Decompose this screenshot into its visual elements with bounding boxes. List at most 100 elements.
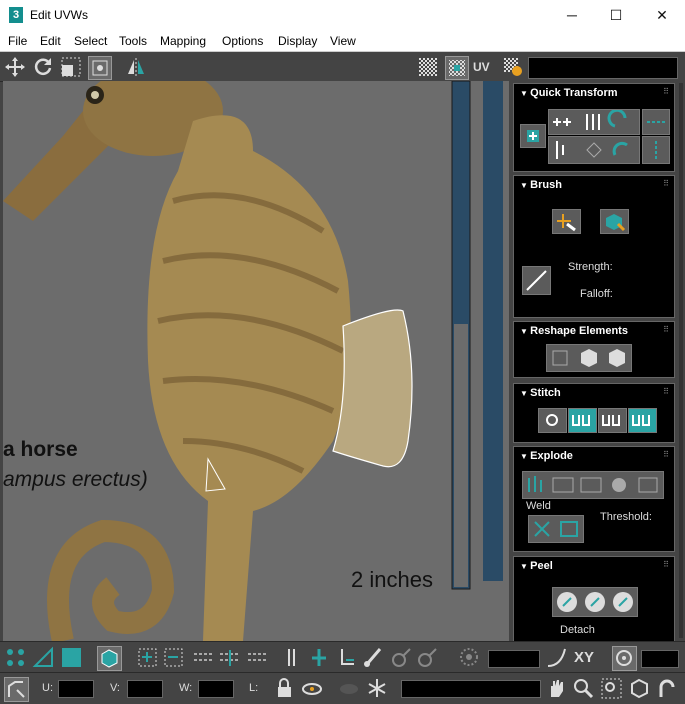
menu-display[interactable]: Display [278,34,317,48]
menu-bar: File Edit Select Tools Mapping Options D… [0,30,685,52]
menu-options[interactable]: Options [222,34,263,48]
texture-dropdown[interactable] [528,57,678,79]
align-row-bottom[interactable] [548,136,640,164]
stitch-rollout: Stitch ⠿ [513,383,675,443]
maximize-button[interactable]: ☐ [593,0,639,30]
stitch-average-icon[interactable] [598,408,627,433]
menu-edit[interactable]: Edit [40,34,61,48]
space-horizontal-icon[interactable] [642,109,670,135]
brush-size-up-icon[interactable] [390,646,413,669]
move-icon[interactable] [4,56,26,78]
zoom-region-icon[interactable] [600,677,623,700]
visibility-icon[interactable] [301,677,324,700]
edge-mode-icon[interactable] [32,646,55,669]
vertex-mode-icon[interactable] [4,646,27,669]
stitch-to-target-icon[interactable] [568,408,597,433]
grip-icon: ⠿ [663,179,669,188]
l-label: L: [249,682,259,694]
scale-icon[interactable] [60,56,82,78]
u-field[interactable] [58,680,94,698]
reshape-buttons[interactable] [546,344,632,372]
reshape-elements-rollout: Reshape Elements ⠿ [513,321,675,378]
menu-view[interactable]: View [330,34,356,48]
align-row-top[interactable] [548,109,640,135]
soft-selection-value-field[interactable] [488,650,540,668]
window-title: Edit UVWs [30,8,89,22]
uv-toggle[interactable]: UV [473,56,495,78]
space-vertical-icon[interactable] [642,136,670,164]
v-field[interactable] [127,680,163,698]
explode-title[interactable]: Explode [520,450,573,462]
hide-icon[interactable] [338,677,361,700]
absolute-offset-icon[interactable] [4,677,29,702]
falloff-type-icon[interactable] [545,646,568,669]
paint-select-icon[interactable] [362,646,385,669]
grip-icon: ⠿ [663,325,669,334]
stitch-title[interactable]: Stitch [520,387,561,399]
explode-rollout: Explode ⠿ Weld Threshold: [513,446,675,552]
peel-buttons[interactable] [552,587,638,617]
caption-title: a horse [3,438,78,461]
grip-icon: ⠿ [663,387,669,396]
pin-icon[interactable] [280,646,303,669]
panel-scrollbar[interactable] [679,83,683,638]
menu-select[interactable]: Select [74,34,107,48]
strength-label: Strength: [568,261,613,273]
rotate-icon[interactable] [32,56,54,78]
app-icon: 3 [9,7,23,23]
filter-selected-field[interactable] [401,680,541,698]
grip-icon: ⠿ [663,560,669,569]
weld-buttons[interactable] [528,515,584,543]
grip-icon: ⠿ [663,450,669,459]
explode-buttons[interactable] [522,471,664,499]
soft-selection-icon[interactable] [458,646,481,669]
peel-rollout: Peel ⠿ Detach [513,556,675,642]
pan-icon[interactable] [545,677,568,700]
select-overlap-icon[interactable] [336,646,359,669]
element-mode-icon[interactable] [97,646,122,671]
edge-distance-icon[interactable] [612,646,637,671]
show-map-icon[interactable] [445,56,469,80]
minimize-button[interactable]: ─ [549,0,595,30]
menu-mapping[interactable]: Mapping [160,34,206,48]
threshold-label: Threshold: [600,511,652,523]
zoom-extents-icon[interactable] [628,677,651,700]
set-pivot-icon[interactable] [520,124,546,148]
freeform-icon[interactable] [88,56,112,80]
stitch-custom-icon[interactable] [538,408,567,433]
mirror-icon[interactable] [125,56,147,78]
brush-title[interactable]: Brush [520,179,562,191]
bottom-toolbar: XY [0,641,685,673]
uv-viewport[interactable]: a horse ampus erectus) 2 inches [3,81,509,641]
w-field[interactable] [198,680,234,698]
u-label: U: [42,682,53,694]
loop-ring-icons[interactable] [192,646,272,669]
freeze-icon[interactable] [366,677,389,700]
reshape-elements-title[interactable]: Reshape Elements [520,325,628,337]
zoom-icon[interactable] [572,677,595,700]
quick-transform-title[interactable]: Quick Transform [520,87,617,99]
grow-select-icon[interactable] [136,646,159,669]
select-by-element-icon[interactable] [308,646,331,669]
stitch-to-source-icon[interactable] [628,408,657,433]
menu-file[interactable]: File [8,34,27,48]
face-mode-icon[interactable] [60,646,83,669]
seahorse-texture-image [3,81,509,641]
shrink-select-icon[interactable] [162,646,185,669]
lock-icon[interactable] [273,677,296,700]
weld-label: Weld [526,500,551,512]
texture-settings-icon[interactable] [502,56,524,78]
detach-label: Detach [560,624,595,636]
brush-size-down-icon[interactable] [416,646,439,669]
menu-tools[interactable]: Tools [119,34,147,48]
peel-title[interactable]: Peel [520,560,553,572]
close-button[interactable]: ✕ [639,0,685,30]
falloff-curve-icon[interactable] [522,266,551,295]
checker-icon[interactable] [417,56,439,78]
xy-toggle[interactable]: XY [574,646,597,669]
snap-icon[interactable] [656,677,679,700]
status-toolbar: U: V: W: L: [0,672,685,704]
relax-brush-icon[interactable] [600,209,629,234]
paint-move-icon[interactable] [552,209,581,234]
edge-distance-field[interactable] [641,650,679,668]
